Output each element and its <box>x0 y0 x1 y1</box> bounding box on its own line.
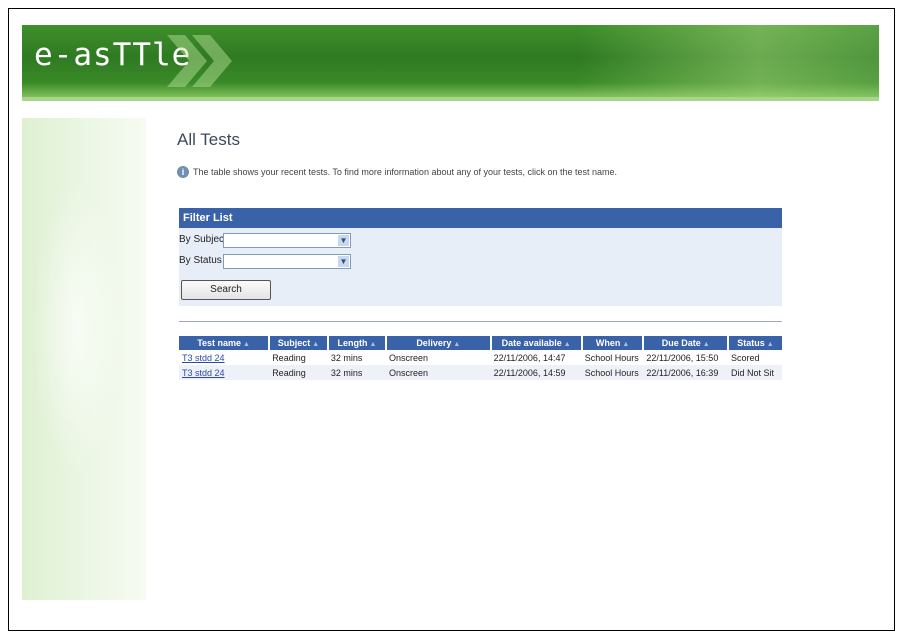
chevron-down-icon[interactable]: ▼ <box>338 235 349 246</box>
cell-delivery: Onscreen <box>386 365 491 380</box>
cell-delivery: Onscreen <box>386 350 491 365</box>
table-row: T3 stdd 24 Reading 32 mins Onscreen 22/1… <box>179 350 782 365</box>
filter-panel: Filter List By Subject ▼ By Status ▼ Sea… <box>179 208 782 306</box>
info-icon: i <box>177 166 189 178</box>
page-title: All Tests <box>177 130 240 149</box>
sort-icon[interactable]: ▲ <box>703 341 710 348</box>
test-name-link[interactable]: T3 stdd 24 <box>182 368 225 378</box>
sort-icon[interactable]: ▲ <box>622 341 629 348</box>
cell-subject: Reading <box>269 350 328 365</box>
tests-table: Test name ▲ Subject ▲ Length ▲ Delivery ▲ Da… <box>179 336 782 380</box>
search-button[interactable]: Search <box>181 280 271 300</box>
subject-select[interactable]: ▼ <box>223 233 351 248</box>
column-header-date-available[interactable]: Date available ▲ <box>490 336 583 350</box>
divider <box>179 321 782 322</box>
header-glow <box>579 25 879 97</box>
column-header-delivery[interactable]: Delivery ▲ <box>386 336 492 350</box>
cell-status: Did Not Sit <box>728 365 782 380</box>
status-filter-row: By Status ▼ <box>179 254 351 269</box>
filter-heading: Filter List <box>179 208 782 228</box>
column-header-status[interactable]: Status ▲ <box>728 336 782 350</box>
column-header-when[interactable]: When ▲ <box>581 336 645 350</box>
info-text: The table shows your recent tests. To fi… <box>193 167 618 177</box>
sidebar-decoration <box>22 118 146 600</box>
sort-icon[interactable]: ▲ <box>453 341 460 348</box>
cell-due-date: 22/11/2006, 15:50 <box>643 350 729 365</box>
status-label: By Status <box>179 255 222 266</box>
cell-date-available: 22/11/2006, 14:59 <box>490 365 582 380</box>
info-message: i The table shows your recent tests. To … <box>177 166 617 178</box>
column-header-subject[interactable]: Subject ▲ <box>269 336 329 350</box>
sort-icon[interactable]: ▲ <box>369 341 376 348</box>
cell-when: School Hours <box>581 350 644 365</box>
sort-icon[interactable]: ▲ <box>243 341 250 348</box>
test-name-link[interactable]: T3 stdd 24 <box>182 353 225 363</box>
cell-length: 32 mins <box>327 365 387 380</box>
table-row: T3 stdd 24 Reading 32 mins Onscreen 22/1… <box>179 365 782 380</box>
chevron-down-icon[interactable]: ▼ <box>338 256 349 267</box>
subject-filter-row: By Subject ▼ <box>179 233 351 248</box>
cell-subject: Reading <box>269 365 328 380</box>
cell-date-available: 22/11/2006, 14:47 <box>490 350 582 365</box>
cell-status: Scored <box>728 350 782 365</box>
app-header: e-asTTle <box>22 25 879 101</box>
cell-due-date: 22/11/2006, 16:39 <box>643 365 729 380</box>
column-header-test-name[interactable]: Test name ▲ <box>179 336 271 350</box>
column-header-length[interactable]: Length ▲ <box>327 336 388 350</box>
status-select[interactable]: ▼ <box>223 254 351 269</box>
cell-length: 32 mins <box>327 350 387 365</box>
sort-icon[interactable]: ▲ <box>564 341 571 348</box>
column-header-due-date[interactable]: Due Date ▲ <box>643 336 730 350</box>
table-header-row: Test name ▲ Subject ▲ Length ▲ Delivery ▲ Da… <box>179 336 782 350</box>
sort-icon[interactable]: ▲ <box>312 341 319 348</box>
cell-when: School Hours <box>581 365 644 380</box>
sort-icon[interactable]: ▲ <box>767 341 774 348</box>
chevron-right-icon <box>192 35 232 87</box>
subject-label: By Subject <box>179 234 227 245</box>
